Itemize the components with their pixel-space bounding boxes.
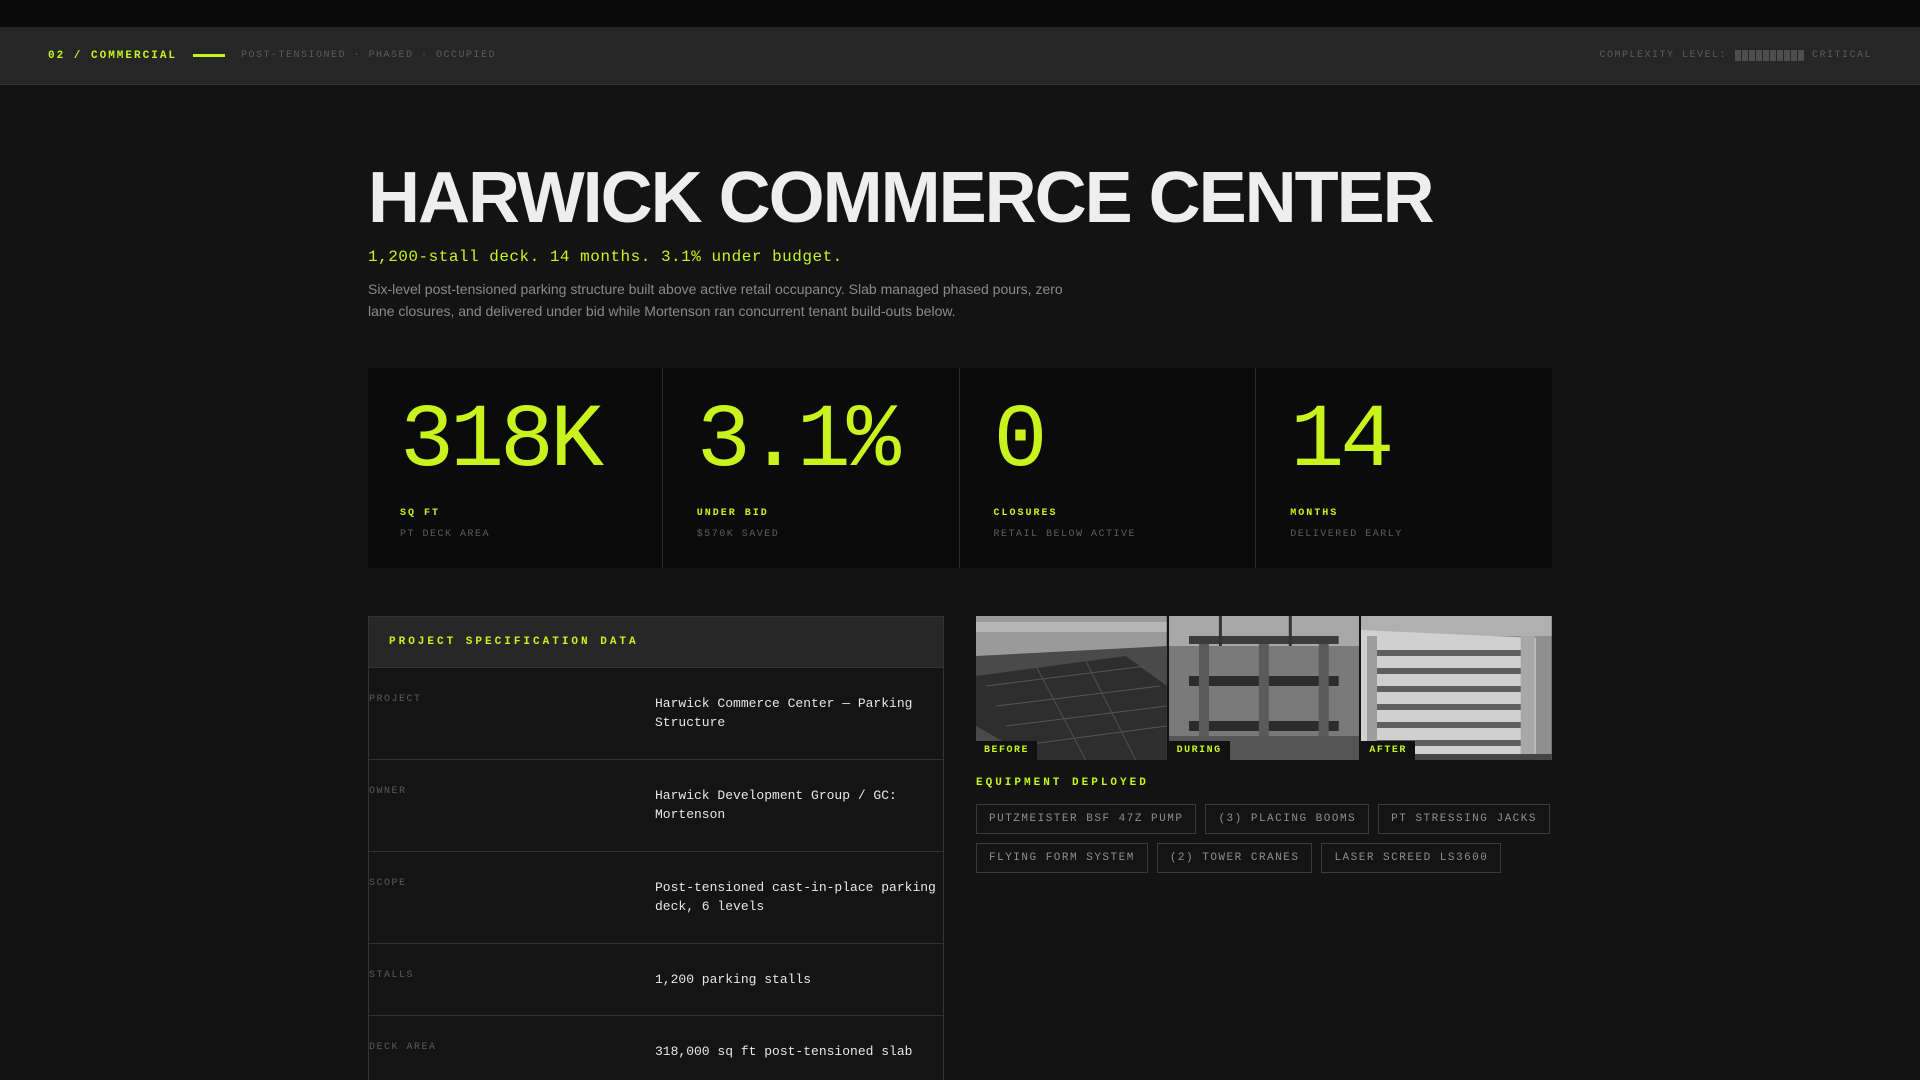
equipment-chip: PUTZMEISTER BSF 47Z PUMP — [976, 804, 1197, 834]
complexity-segment — [1797, 50, 1804, 61]
tagline: 1,200-stall deck. 14 months. 3.1% under … — [368, 248, 843, 266]
complexity-segment — [1748, 50, 1755, 61]
equipment-chip: LASER SCREED LS3600 — [1321, 843, 1502, 873]
equipment-chip: (2) TOWER CRANES — [1156, 843, 1313, 873]
table-row: STALLS 1,200 parking stalls — [369, 944, 943, 1016]
equipment-chip: (3) PLACING BOOMS — [1205, 804, 1370, 834]
complexity-indicator: COMPLEXITY LEVEL: CRITICAL — [1599, 50, 1872, 61]
complexity-label: COMPLEXITY LEVEL: — [1599, 50, 1727, 61]
complexity-segment — [1783, 50, 1790, 61]
stat-label: UNDER BID — [696, 508, 769, 519]
spec-value: Post-tensioned cast-in-place parking dec… — [655, 880, 936, 914]
spec-value: 318,000 sq ft post-tensioned slab — [655, 1044, 913, 1059]
stat-card: 0 CLOSURES RETAIL BELOW ACTIVE — [961, 368, 1257, 568]
header-left: 02 / COMMERCIAL POST-TENSIONED · PHASED … — [48, 50, 496, 62]
complexity-segment — [1734, 50, 1741, 61]
section-label: 02 / COMMERCIAL — [48, 49, 178, 62]
spec-table-title: PROJECT SPECIFICATION DATA — [369, 617, 943, 668]
equipment-list: PUTZMEISTER BSF 47Z PUMP (3) PLACING BOO… — [976, 804, 1576, 873]
equipment-title: EQUIPMENT DEPLOYED — [976, 777, 1149, 789]
photo-tag: BEFORE — [976, 741, 1038, 760]
page-title: HARWICK COMMERCE CENTER — [368, 158, 1435, 238]
photo-after[interactable]: AFTER — [1361, 616, 1553, 760]
accent-line — [193, 54, 226, 57]
spec-key: OWNER — [369, 786, 407, 797]
spec-table: PROJECT SPECIFICATION DATA PROJECT Harwi… — [368, 616, 944, 1080]
stat-value: 14 — [1290, 391, 1394, 493]
stat-value: 318K — [400, 391, 604, 493]
stat-subtext: RETAIL BELOW ACTIVE — [993, 529, 1137, 540]
before-photo-image — [976, 616, 1167, 760]
table-row: PROJECT Harwick Commerce Center — Parkin… — [369, 668, 943, 760]
photo-during[interactable]: DURING — [1168, 616, 1360, 760]
spec-value: 1,200 parking stalls — [655, 972, 812, 987]
equipment-chip: FLYING FORM SYSTEM — [976, 843, 1148, 873]
table-row: DECK AREA 318,000 sq ft post-tensioned s… — [369, 1016, 943, 1080]
header-tags: POST-TENSIONED · PHASED · OCCUPIED — [241, 50, 497, 61]
stat-card: 14 MONTHS DELIVERED EARLY — [1258, 368, 1552, 568]
table-row: SCOPE Post-tensioned cast-in-place parki… — [369, 852, 943, 944]
photo-tag: DURING — [1168, 741, 1230, 760]
stat-value: 3.1% — [696, 391, 901, 493]
stat-value: 0 — [993, 391, 1048, 493]
stat-card: 3.1% UNDER BID $570K SAVED — [664, 368, 960, 568]
stat-subtext: PT DECK AREA — [400, 529, 491, 540]
complexity-segment — [1741, 50, 1748, 61]
window-top-strip — [0, 0, 1920, 27]
complexity-bar — [1734, 50, 1804, 61]
stat-label: SQ FT — [400, 508, 441, 519]
spec-key: DECK AREA — [369, 1042, 437, 1053]
photo-tag: AFTER — [1361, 741, 1415, 760]
header-bar: 02 / COMMERCIAL POST-TENSIONED · PHASED … — [0, 27, 1920, 85]
complexity-level: CRITICAL — [1811, 50, 1872, 61]
table-row: OWNER Harwick Development Group / GC: Mo… — [369, 760, 943, 852]
equipment-chip: PT STRESSING JACKS — [1378, 804, 1550, 834]
stat-subtext: DELIVERED EARLY — [1290, 529, 1403, 540]
complexity-segment — [1769, 50, 1776, 61]
photo-gallery: BEFORE DURING AFTER — [976, 616, 1553, 760]
complexity-segment — [1790, 50, 1797, 61]
complexity-segment — [1755, 50, 1762, 61]
stat-card: 318K SQ FT PT DECK AREA — [368, 368, 663, 568]
spec-key: PROJECT — [369, 694, 422, 705]
complexity-segment — [1762, 50, 1769, 61]
during-photo-image — [1168, 616, 1360, 760]
stat-subtext: $570K SAVED — [696, 529, 780, 540]
spec-key: SCOPE — [369, 878, 407, 889]
spec-value: Harwick Development Group / GC: Mortenso… — [655, 788, 897, 822]
photo-before[interactable]: BEFORE — [976, 616, 1167, 760]
after-photo-image — [1361, 616, 1553, 760]
complexity-segment — [1776, 50, 1783, 61]
spec-key: STALLS — [369, 970, 415, 981]
spec-value: Harwick Commerce Center — Parking Struct… — [655, 696, 913, 730]
stat-label: CLOSURES — [993, 508, 1058, 519]
stat-label: MONTHS — [1290, 508, 1339, 519]
stats-panel: 318K SQ FT PT DECK AREA 3.1% UNDER BID $… — [368, 368, 1552, 568]
project-description: Six-level post-tensioned parking structu… — [368, 281, 1063, 319]
hero: HARWICK COMMERCE CENTER 1,200-stall deck… — [368, 160, 1568, 322]
